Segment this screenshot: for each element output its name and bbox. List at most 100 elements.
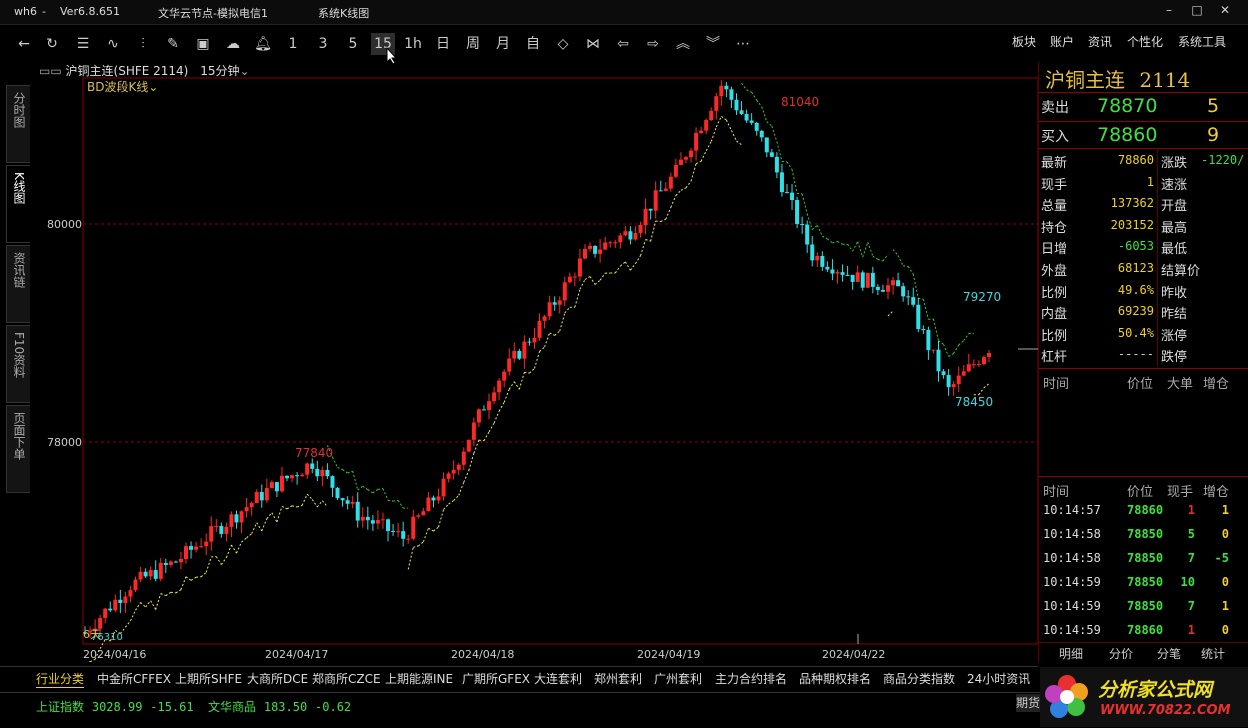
line-chart-icon[interactable]: ∿ bbox=[101, 33, 125, 55]
close-icon[interactable]: ✕ bbox=[1216, 3, 1234, 19]
stop-line-segment bbox=[822, 236, 827, 239]
up-icon[interactable]: ︽ bbox=[671, 33, 695, 55]
field-label-right: 涨停 bbox=[1161, 325, 1187, 344]
tab-shfe[interactable]: 上期所SHFE bbox=[175, 670, 242, 687]
period-week[interactable]: 周 bbox=[461, 33, 485, 55]
stop-line-segment bbox=[267, 513, 272, 519]
expand-icon[interactable]: ◇ bbox=[551, 33, 575, 55]
tick-row[interactable]: 10:14:58788507-5 bbox=[1043, 551, 1243, 573]
shrink-icon[interactable]: ⋈ bbox=[581, 33, 605, 55]
tab-newschain[interactable]: 资讯链 bbox=[6, 245, 30, 323]
field-label-right: 结算价 bbox=[1161, 260, 1200, 279]
stop-line-segment bbox=[827, 239, 832, 243]
menu-personalize[interactable]: 个性化 bbox=[1127, 33, 1163, 50]
refresh-icon[interactable]: ↻ bbox=[40, 33, 64, 55]
cloud-icon[interactable]: ☁ bbox=[221, 33, 245, 55]
arrow-right-icon[interactable]: ⇨ bbox=[641, 33, 665, 55]
minimize-icon[interactable]: – bbox=[1160, 3, 1178, 19]
tab-dalian-arb[interactable]: 大连套利 bbox=[534, 670, 582, 687]
maximize-icon[interactable]: □ bbox=[1188, 3, 1206, 19]
candle-body bbox=[245, 507, 249, 511]
candle-body bbox=[947, 375, 951, 387]
tick-row[interactable]: 10:14:577886011 bbox=[1043, 503, 1243, 525]
index-wh: 文华商品 183.50 -0.62 bbox=[208, 698, 351, 715]
tab-guangzhou-arb[interactable]: 广州套利 bbox=[654, 670, 702, 687]
list-icon[interactable]: ☰ bbox=[71, 33, 95, 55]
stop-line-segment bbox=[378, 489, 383, 490]
stop-line-segment bbox=[701, 151, 706, 162]
futures-button[interactable]: 期货 bbox=[1016, 694, 1040, 712]
tab-order[interactable]: 页面下单 bbox=[6, 405, 30, 493]
back-icon[interactable]: ← bbox=[12, 33, 36, 55]
stop-line-segment bbox=[933, 319, 938, 341]
tick-time: 10:14:59 bbox=[1043, 623, 1101, 637]
quote-field-row: 日增-6053最低 bbox=[1041, 236, 1246, 258]
candle-body bbox=[841, 272, 845, 275]
candle-body bbox=[936, 350, 940, 372]
tab-ine[interactable]: 上期能源INE bbox=[385, 670, 453, 687]
period-3[interactable]: 3 bbox=[311, 33, 335, 55]
candle-body bbox=[654, 190, 658, 210]
candle-body bbox=[563, 282, 567, 300]
menu-sector[interactable]: 板块 bbox=[1012, 33, 1036, 50]
subtab-ticks[interactable]: 分笔 bbox=[1157, 645, 1181, 662]
tab-option-rank[interactable]: 品种期权排名 bbox=[799, 670, 871, 687]
period-day[interactable]: 日 bbox=[431, 33, 455, 55]
tick-row[interactable]: 10:14:587885050 bbox=[1043, 527, 1243, 549]
down-icon[interactable]: ︾ bbox=[701, 33, 725, 55]
stop-line-segment bbox=[307, 494, 312, 499]
stop-line-segment bbox=[898, 256, 903, 266]
menu-news[interactable]: 资讯 bbox=[1088, 33, 1112, 50]
tab-f10[interactable]: F10资料 bbox=[6, 325, 30, 403]
period-1h[interactable]: 1h bbox=[401, 33, 425, 55]
candle-body bbox=[538, 321, 542, 338]
menu-account[interactable]: 账户 bbox=[1050, 33, 1074, 50]
candle-body bbox=[674, 165, 678, 177]
tab-cffex[interactable]: 中金所CFFEX bbox=[97, 670, 171, 687]
period-5[interactable]: 5 bbox=[341, 33, 365, 55]
arrow-left-icon[interactable]: ⇦ bbox=[611, 33, 635, 55]
stop-line-segment bbox=[585, 277, 590, 280]
candle-body bbox=[891, 280, 895, 285]
candle-body bbox=[573, 277, 577, 278]
indicator-icon[interactable]: ▣ bbox=[191, 33, 215, 55]
tab-zhengzhou-arb[interactable]: 郑州套利 bbox=[594, 670, 642, 687]
period-month[interactable]: 月 bbox=[491, 33, 515, 55]
period-custom[interactable]: 自 bbox=[521, 33, 545, 55]
days-note: 6天 bbox=[83, 628, 101, 641]
tab-label: 资讯链 bbox=[11, 252, 26, 288]
tab-main-rank[interactable]: 主力合约排名 bbox=[715, 670, 787, 687]
tab-dce[interactable]: 大商所DCE bbox=[247, 670, 308, 687]
tab-gfex[interactable]: 广期所GFEX bbox=[462, 670, 530, 687]
tab-czce[interactable]: 郑商所CZCE bbox=[312, 670, 381, 687]
subtab-stats[interactable]: 统计 bbox=[1201, 645, 1225, 662]
tab-kline[interactable]: K线图 bbox=[6, 165, 30, 243]
tab-24h-news[interactable]: 24小时资讯 bbox=[967, 670, 1030, 687]
draw-icon[interactable]: ✎ bbox=[161, 33, 185, 55]
candle-icon[interactable]: ⫶ bbox=[131, 33, 155, 55]
candle-body bbox=[886, 285, 890, 291]
more-icon[interactable]: ⋯ bbox=[731, 33, 755, 55]
alarm-icon[interactable]: 🔔︎ bbox=[251, 33, 275, 55]
stop-line-segment bbox=[524, 372, 529, 373]
tick-row[interactable]: 10:14:597885071 bbox=[1043, 599, 1243, 621]
candle-body bbox=[623, 231, 627, 235]
subtab-price[interactable]: 分价 bbox=[1109, 645, 1133, 662]
stop-line-segment bbox=[348, 471, 353, 473]
stop-line-segment bbox=[878, 259, 883, 261]
stop-line-segment bbox=[282, 506, 287, 508]
candle-body bbox=[366, 517, 370, 520]
tab-timeshare[interactable]: 分时图 bbox=[6, 85, 30, 163]
candle-body bbox=[805, 225, 809, 245]
period-1[interactable]: 1 bbox=[281, 33, 305, 55]
tick-row[interactable]: 10:14:5978850100 bbox=[1043, 575, 1243, 597]
candle-body bbox=[755, 123, 759, 131]
tab-commodity-index[interactable]: 商品分类指数 bbox=[883, 670, 955, 687]
stop-line-segment bbox=[393, 500, 398, 501]
kline-chart[interactable]: ▭▭ 沪铜主连(SHFE 2114) 15分钟⌄ BD波段K线⌄ 80000 7… bbox=[33, 62, 1038, 662]
candle-body bbox=[487, 401, 491, 410]
subtab-detail[interactable]: 明细 bbox=[1059, 645, 1083, 662]
menu-system-tools[interactable]: 系统工具 bbox=[1178, 33, 1226, 50]
tab-industry[interactable]: 行业分类 bbox=[36, 670, 84, 688]
candle-body bbox=[548, 302, 552, 316]
